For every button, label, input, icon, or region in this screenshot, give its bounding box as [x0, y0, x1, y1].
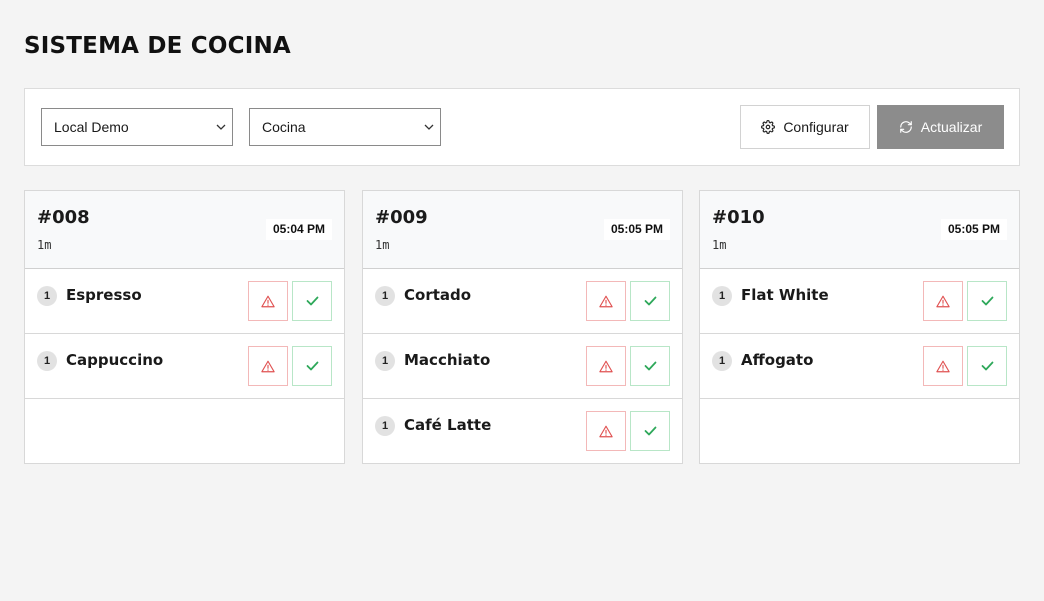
item-name: Cappuccino — [66, 351, 164, 369]
item-name: Espresso — [66, 286, 142, 304]
warning-triangle-icon — [599, 425, 613, 438]
check-icon — [981, 296, 994, 306]
order-elapsed-time: 1m — [375, 238, 390, 252]
warning-triangle-icon — [599, 360, 613, 373]
report-issue-button[interactable] — [248, 281, 288, 321]
order-elapsed-time: 1m — [712, 238, 727, 252]
warning-triangle-icon — [936, 360, 950, 373]
item-quantity-badge: 1 — [375, 351, 395, 371]
order-number: #010 — [712, 207, 765, 228]
warning-triangle-icon — [599, 295, 613, 308]
order-item: 1 Espresso — [25, 269, 344, 334]
gear-icon — [761, 120, 776, 134]
report-issue-button[interactable] — [923, 346, 963, 386]
location-select[interactable]: Local Demo — [41, 108, 233, 146]
report-issue-button[interactable] — [586, 411, 626, 451]
mark-done-button[interactable] — [630, 411, 670, 451]
item-name: Macchiato — [404, 351, 491, 369]
check-icon — [644, 426, 657, 436]
warning-triangle-icon — [936, 295, 950, 308]
order-elapsed-time: 1m — [37, 238, 52, 252]
order-number: #009 — [375, 207, 428, 228]
mark-done-button[interactable] — [292, 281, 332, 321]
location-select-value: Local Demo — [54, 119, 129, 135]
order-item: 1 Cappuccino — [25, 334, 344, 399]
station-select-value: Cocina — [262, 119, 306, 135]
order-time-badge: 05:04 PM — [265, 219, 332, 240]
check-icon — [644, 361, 657, 371]
check-icon — [644, 296, 657, 306]
report-issue-button[interactable] — [923, 281, 963, 321]
toolbar: Local Demo Cocina Configurar Actualizar — [24, 88, 1020, 166]
report-issue-button[interactable] — [248, 346, 288, 386]
refresh-icon — [899, 120, 913, 134]
order-item: 1 Flat White — [700, 269, 1019, 334]
item-quantity-badge: 1 — [375, 416, 395, 436]
refresh-label: Actualizar — [920, 119, 983, 135]
order-item: 1 Café Latte — [363, 399, 682, 464]
order-header: #010 1m 05:05 PM — [700, 191, 1019, 269]
item-quantity-badge: 1 — [375, 286, 395, 306]
station-select[interactable]: Cocina — [249, 108, 441, 146]
order-item: 1 Cortado — [363, 269, 682, 334]
order-time-badge: 05:05 PM — [940, 219, 1007, 240]
check-icon — [306, 361, 319, 371]
order-card: #008 1m 05:04 PM 1 Espresso 1 Cappuccino — [24, 190, 345, 464]
configure-label: Configurar — [783, 119, 849, 135]
order-item: 1 Macchiato — [363, 334, 682, 399]
report-issue-button[interactable] — [586, 281, 626, 321]
report-issue-button[interactable] — [586, 346, 626, 386]
configure-button[interactable]: Configurar — [740, 105, 870, 149]
order-time-badge: 05:05 PM — [603, 219, 670, 240]
mark-done-button[interactable] — [967, 281, 1007, 321]
warning-triangle-icon — [261, 360, 275, 373]
order-header: #008 1m 05:04 PM — [25, 191, 344, 269]
check-icon — [306, 296, 319, 306]
item-quantity-badge: 1 — [37, 286, 57, 306]
order-card: #009 1m 05:05 PM 1 Cortado 1 Macchiato 1 Café La… — [362, 190, 683, 464]
item-name: Affogato — [741, 351, 814, 369]
chevron-down-icon — [215, 109, 227, 145]
item-name: Flat White — [741, 286, 829, 304]
order-item: 1 Affogato — [700, 334, 1019, 399]
mark-done-button[interactable] — [292, 346, 332, 386]
page-title: SISTEMA DE COCINA — [24, 33, 291, 59]
warning-triangle-icon — [261, 295, 275, 308]
mark-done-button[interactable] — [630, 281, 670, 321]
item-quantity-badge: 1 — [712, 286, 732, 306]
item-name: Cortado — [404, 286, 472, 304]
mark-done-button[interactable] — [967, 346, 1007, 386]
order-card: #010 1m 05:05 PM 1 Flat White 1 Affogato — [699, 190, 1020, 464]
refresh-button[interactable]: Actualizar — [877, 105, 1004, 149]
item-name: Café Latte — [404, 416, 492, 434]
order-number: #008 — [37, 207, 90, 228]
order-header: #009 1m 05:05 PM — [363, 191, 682, 269]
item-quantity-badge: 1 — [712, 351, 732, 371]
mark-done-button[interactable] — [630, 346, 670, 386]
item-quantity-badge: 1 — [37, 351, 57, 371]
check-icon — [981, 361, 994, 371]
chevron-down-icon — [423, 109, 435, 145]
